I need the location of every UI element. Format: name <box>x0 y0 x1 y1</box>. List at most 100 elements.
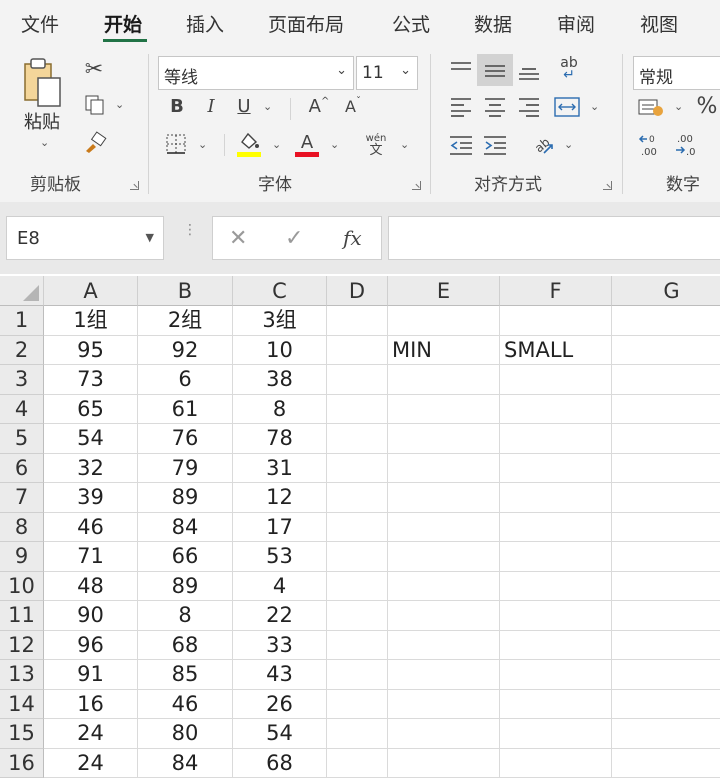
chevron-down-icon[interactable]: ⌄ <box>336 63 347 78</box>
cell-e1[interactable] <box>388 306 500 336</box>
merge-dropdown-icon[interactable]: ⌄ <box>590 100 599 113</box>
phonetic-button[interactable]: wén 文 <box>362 130 390 160</box>
orientation-icon[interactable]: ab <box>528 130 558 158</box>
cell-f13[interactable] <box>500 660 612 690</box>
chevron-down-icon[interactable]: ⌄ <box>400 63 411 78</box>
cell-g10[interactable] <box>612 572 720 601</box>
cell-c2[interactable]: 10 <box>233 335 327 365</box>
underline-button[interactable]: U <box>232 94 256 118</box>
cell-f14[interactable] <box>500 689 612 719</box>
cell-e12[interactable] <box>388 630 500 660</box>
borders-dropdown-icon[interactable]: ⌄ <box>198 138 207 151</box>
clipboard-launcher-icon[interactable] <box>130 181 139 190</box>
borders-icon[interactable] <box>164 132 188 156</box>
cell-f4[interactable] <box>500 394 612 424</box>
cell-e11[interactable] <box>388 601 500 631</box>
cell-g11[interactable] <box>612 601 720 631</box>
cell-g1[interactable] <box>612 306 720 336</box>
name-box[interactable]: E8 ▼ <box>6 216 164 260</box>
accounting-dropdown-icon[interactable]: ⌄ <box>674 100 683 113</box>
cell-b6[interactable]: 79 <box>138 453 233 483</box>
number-format-combo[interactable]: 常规 <box>633 56 720 90</box>
row-header[interactable]: 7 <box>0 483 44 513</box>
decrease-indent-icon[interactable] <box>446 132 476 158</box>
cell-b5[interactable]: 76 <box>138 424 233 454</box>
formula-input[interactable] <box>388 216 720 260</box>
cell-c7[interactable]: 12 <box>233 483 327 513</box>
cell-a12[interactable]: 96 <box>44 630 138 660</box>
font-size-combo[interactable]: 11 ⌄ <box>356 56 418 90</box>
cell-a7[interactable]: 39 <box>44 483 138 513</box>
accounting-format-icon[interactable] <box>636 94 666 120</box>
cancel-icon[interactable]: ✕ <box>229 226 247 251</box>
cell-g4[interactable] <box>612 395 720 424</box>
cell-c5[interactable]: 78 <box>233 424 327 454</box>
cell-e8[interactable] <box>388 512 500 542</box>
cell-g7[interactable] <box>612 483 720 513</box>
cell-d5[interactable] <box>327 424 388 454</box>
bold-button[interactable]: B <box>166 94 188 118</box>
cell-c1[interactable]: 3组 <box>233 306 327 336</box>
cell-d13[interactable] <box>327 660 388 690</box>
cell-f8[interactable] <box>500 512 612 542</box>
font-launcher-icon[interactable] <box>412 181 421 190</box>
decrease-decimal-icon[interactable]: .00.0 <box>672 130 702 160</box>
align-bottom-icon[interactable] <box>514 58 544 86</box>
cell-e6[interactable] <box>388 453 500 483</box>
cell-d6[interactable] <box>327 453 388 483</box>
tab-formulas[interactable]: 公式 <box>392 10 430 37</box>
cell-b9[interactable]: 66 <box>138 542 233 572</box>
cell-b11[interactable]: 8 <box>138 601 233 631</box>
cell-d3[interactable] <box>327 365 388 395</box>
cell-a13[interactable]: 91 <box>44 660 138 690</box>
cell-f7[interactable] <box>500 483 612 513</box>
cell-d10[interactable] <box>327 571 388 601</box>
cell-e16[interactable] <box>388 748 500 778</box>
cell-b8[interactable]: 84 <box>138 512 233 542</box>
merge-center-icon[interactable] <box>552 94 582 120</box>
cell-d14[interactable] <box>327 689 388 719</box>
cell-a9[interactable]: 71 <box>44 542 138 572</box>
cell-d8[interactable] <box>327 512 388 542</box>
cell-b12[interactable]: 68 <box>138 630 233 660</box>
cell-e14[interactable] <box>388 689 500 719</box>
cell-a2[interactable]: 95 <box>44 335 138 365</box>
cell-a3[interactable]: 73 <box>44 365 138 395</box>
row-header[interactable]: 2 <box>0 335 44 365</box>
cell-b2[interactable]: 92 <box>138 335 233 365</box>
format-painter-icon[interactable] <box>80 130 110 156</box>
cell-c11[interactable]: 22 <box>233 601 327 631</box>
cell-d15[interactable] <box>327 719 388 749</box>
row-header[interactable]: 4 <box>0 394 44 424</box>
cell-c6[interactable]: 31 <box>233 453 327 483</box>
cell-a16[interactable]: 24 <box>44 748 138 778</box>
copy-dropdown-icon[interactable]: ⌄ <box>115 98 124 111</box>
cell-e9[interactable] <box>388 542 500 572</box>
align-top-icon[interactable] <box>446 56 476 84</box>
tab-home[interactable]: 开始 <box>104 10 142 37</box>
cell-d11[interactable] <box>327 601 388 631</box>
cell-g16[interactable] <box>612 749 720 778</box>
cell-f3[interactable] <box>500 365 612 395</box>
tab-review[interactable]: 审阅 <box>557 10 595 37</box>
cell-e4[interactable] <box>388 394 500 424</box>
cell-a6[interactable]: 32 <box>44 453 138 483</box>
row-header[interactable]: 6 <box>0 453 44 483</box>
cut-icon[interactable]: ✂ <box>82 56 106 82</box>
enter-icon[interactable]: ✓ <box>285 226 303 251</box>
cell-e3[interactable] <box>388 365 500 395</box>
tab-insert[interactable]: 插入 <box>186 10 224 37</box>
cell-g8[interactable] <box>612 513 720 542</box>
cell-b10[interactable]: 89 <box>138 571 233 601</box>
insert-function-icon[interactable]: fx <box>343 226 362 250</box>
cell-c9[interactable]: 53 <box>233 542 327 572</box>
align-middle-icon[interactable] <box>480 56 510 84</box>
cell-d7[interactable] <box>327 483 388 513</box>
italic-button[interactable]: I <box>200 94 222 118</box>
column-header-a[interactable]: A <box>44 276 138 306</box>
row-header[interactable]: 15 <box>0 719 44 749</box>
fill-color-dropdown-icon[interactable]: ⌄ <box>272 138 281 151</box>
tab-data[interactable]: 数据 <box>474 10 512 37</box>
orientation-dropdown-icon[interactable]: ⌄ <box>564 138 573 151</box>
column-header-f[interactable]: F <box>500 276 612 306</box>
